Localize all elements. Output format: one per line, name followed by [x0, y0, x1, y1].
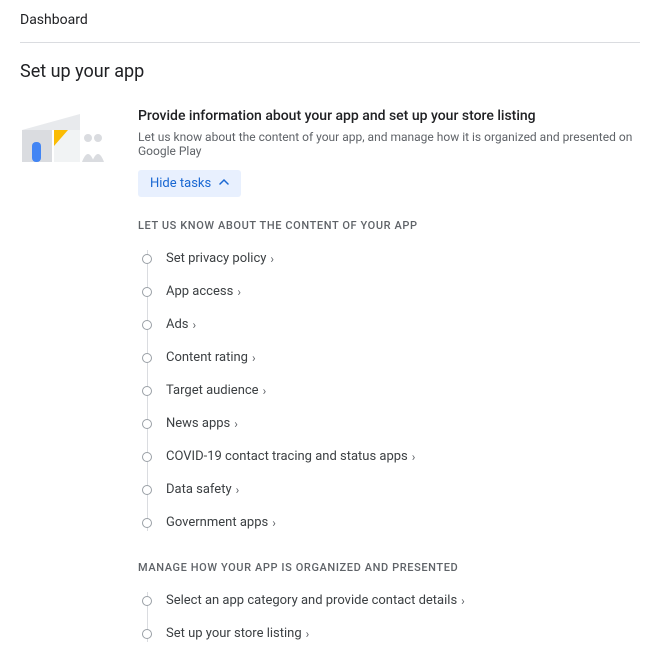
task-app-access[interactable]: App access ›: [142, 275, 640, 308]
card-title: Provide information about your app and s…: [138, 108, 640, 124]
task-label: Data safety: [166, 482, 232, 497]
task-label: Set up your store listing: [166, 626, 302, 641]
task-covid-tracing[interactable]: COVID-19 contact tracing and status apps…: [142, 440, 640, 473]
task-label: Ads: [166, 317, 189, 332]
task-status-icon: [142, 419, 152, 429]
task-government-apps[interactable]: Government apps ›: [142, 506, 640, 539]
chevron-right-icon: ›: [412, 450, 416, 464]
chevron-right-icon: ›: [237, 285, 241, 299]
task-label: Government apps: [166, 515, 268, 530]
task-status-icon: [142, 353, 152, 363]
chevron-right-icon: ›: [236, 483, 240, 497]
setup-illustration: [20, 108, 116, 172]
hide-tasks-button[interactable]: Hide tasks: [138, 170, 241, 197]
task-ads[interactable]: Ads ›: [142, 308, 640, 341]
chevron-right-icon: ›: [461, 594, 465, 608]
setup-title: Set up your app: [20, 61, 640, 82]
section-a-label: LET US KNOW ABOUT THE CONTENT OF YOUR AP…: [138, 219, 640, 232]
chevron-right-icon: ›: [270, 252, 274, 266]
chevron-right-icon: ›: [252, 351, 256, 365]
task-status-icon: [142, 254, 152, 264]
task-status-icon: [142, 485, 152, 495]
task-data-safety[interactable]: Data safety ›: [142, 473, 640, 506]
chevron-right-icon: ›: [272, 516, 276, 530]
section-b-label: MANAGE HOW YOUR APP IS ORGANIZED AND PRE…: [138, 561, 640, 574]
chevron-right-icon: ›: [234, 417, 238, 431]
task-list-a: Set privacy policy › App access › Ads › Con…: [142, 242, 640, 539]
task-status-icon: [142, 629, 152, 639]
task-label: App access: [166, 284, 233, 299]
chevron-right-icon: ›: [306, 627, 310, 641]
task-label: COVID-19 contact tracing and status apps: [166, 449, 408, 464]
card-subtitle: Let us know about the content of your ap…: [138, 130, 640, 158]
task-content-rating[interactable]: Content rating ›: [142, 341, 640, 374]
task-status-icon: [142, 518, 152, 528]
chevron-right-icon: ›: [193, 318, 197, 332]
task-label: Select an app category and provide conta…: [166, 593, 457, 608]
task-label: Set privacy policy: [166, 251, 266, 266]
task-label: News apps: [166, 416, 230, 431]
chevron-right-icon: ›: [263, 384, 267, 398]
task-label: Target audience: [166, 383, 259, 398]
task-select-category[interactable]: Select an app category and provide conta…: [142, 584, 640, 617]
hide-tasks-label: Hide tasks: [150, 176, 211, 191]
chevron-up-icon: [219, 176, 229, 191]
task-store-listing[interactable]: Set up your store listing ›: [142, 617, 640, 650]
task-status-icon: [142, 287, 152, 297]
task-status-icon: [142, 452, 152, 462]
task-list-b: Select an app category and provide conta…: [142, 584, 640, 650]
task-label: Content rating: [166, 350, 248, 365]
task-status-icon: [142, 320, 152, 330]
task-set-privacy-policy[interactable]: Set privacy policy ›: [142, 242, 640, 275]
dashboard-title: Dashboard: [20, 12, 640, 43]
task-status-icon: [142, 386, 152, 396]
task-news-apps[interactable]: News apps ›: [142, 407, 640, 440]
task-target-audience[interactable]: Target audience ›: [142, 374, 640, 407]
task-status-icon: [142, 596, 152, 606]
